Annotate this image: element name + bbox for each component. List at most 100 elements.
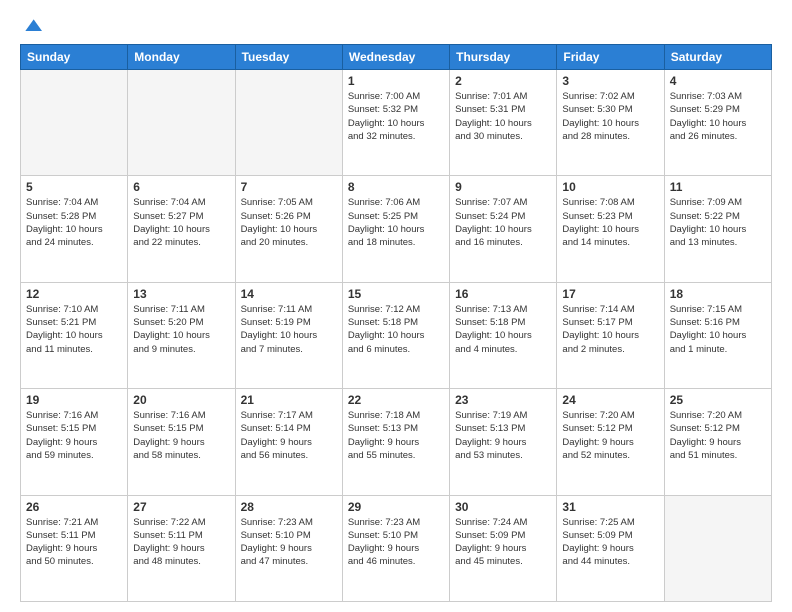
day-info: Sunrise: 7:16 AM Sunset: 5:15 PM Dayligh… xyxy=(26,409,122,462)
day-info: Sunrise: 7:14 AM Sunset: 5:17 PM Dayligh… xyxy=(562,303,658,356)
logo xyxy=(20,16,42,36)
day-info: Sunrise: 7:15 AM Sunset: 5:16 PM Dayligh… xyxy=(670,303,766,356)
weekday-header-saturday: Saturday xyxy=(664,45,771,70)
day-number: 28 xyxy=(241,500,337,514)
calendar-cell: 8 Sunrise: 7:06 AM Sunset: 5:25 PM Daylig… xyxy=(342,176,449,282)
calendar-cell: 25 Sunrise: 7:20 AM Sunset: 5:12 PM Dayli… xyxy=(664,389,771,495)
day-number: 17 xyxy=(562,287,658,301)
day-info: Sunrise: 7:04 AM Sunset: 5:28 PM Dayligh… xyxy=(26,196,122,249)
day-number: 27 xyxy=(133,500,229,514)
day-info: Sunrise: 7:23 AM Sunset: 5:10 PM Dayligh… xyxy=(241,516,337,569)
calendar-cell: 29Sunrise: 7:23 AM Sunset: 5:10 PM Dayli… xyxy=(342,495,449,601)
day-number: 5 xyxy=(26,180,122,194)
calendar-cell: 21 Sunrise: 7:17 AM Sunset: 5:14 PM Dayli… xyxy=(235,389,342,495)
calendar-cell: 30 Sunrise: 7:24 AM Sunset: 5:09 PM Dayli… xyxy=(450,495,557,601)
calendar-week-1: 5 Sunrise: 7:04 AM Sunset: 5:28 PM Daylig… xyxy=(21,176,772,282)
day-number: 4 xyxy=(670,74,766,88)
day-number: 20 xyxy=(133,393,229,407)
day-number: 31 xyxy=(562,500,658,514)
weekday-row: SundayMondayTuesdayWednesdayThursdayFrid… xyxy=(21,45,772,70)
day-info: Sunrise: 7:05 AM Sunset: 5:26 PM Dayligh… xyxy=(241,196,337,249)
calendar-header: SundayMondayTuesdayWednesdayThursdayFrid… xyxy=(21,45,772,70)
day-info: Sunrise: 7:12 AM Sunset: 5:18 PM Dayligh… xyxy=(348,303,444,356)
day-number: 19 xyxy=(26,393,122,407)
calendar-week-0: 1 Sunrise: 7:00 AM Sunset: 5:32 PM Daylig… xyxy=(21,70,772,176)
calendar-cell xyxy=(235,70,342,176)
calendar-cell: 12 Sunrise: 7:10 AM Sunset: 5:21 PM Dayli… xyxy=(21,282,128,388)
day-info: Sunrise: 7:01 AM Sunset: 5:31 PM Dayligh… xyxy=(455,90,551,143)
day-number: 7 xyxy=(241,180,337,194)
day-info: Sunrise: 7:25 AM Sunset: 5:09 PM Dayligh… xyxy=(562,516,658,569)
calendar-cell: 17 Sunrise: 7:14 AM Sunset: 5:17 PM Dayli… xyxy=(557,282,664,388)
calendar-week-2: 12 Sunrise: 7:10 AM Sunset: 5:21 PM Dayli… xyxy=(21,282,772,388)
calendar-cell: 2Sunrise: 7:01 AM Sunset: 5:31 PM Daylig… xyxy=(450,70,557,176)
day-number: 14 xyxy=(241,287,337,301)
day-number: 26 xyxy=(26,500,122,514)
day-info: Sunrise: 7:06 AM Sunset: 5:25 PM Dayligh… xyxy=(348,196,444,249)
day-info: Sunrise: 7:21 AM Sunset: 5:11 PM Dayligh… xyxy=(26,516,122,569)
calendar-cell: 13Sunrise: 7:11 AM Sunset: 5:20 PM Dayli… xyxy=(128,282,235,388)
day-info: Sunrise: 7:09 AM Sunset: 5:22 PM Dayligh… xyxy=(670,196,766,249)
weekday-header-friday: Friday xyxy=(557,45,664,70)
calendar-cell: 7 Sunrise: 7:05 AM Sunset: 5:26 PM Daylig… xyxy=(235,176,342,282)
day-number: 3 xyxy=(562,74,658,88)
calendar-cell: 19 Sunrise: 7:16 AM Sunset: 5:15 PM Dayli… xyxy=(21,389,128,495)
day-info: Sunrise: 7:16 AM Sunset: 5:15 PM Dayligh… xyxy=(133,409,229,462)
day-info: Sunrise: 7:08 AM Sunset: 5:23 PM Dayligh… xyxy=(562,196,658,249)
header xyxy=(20,16,772,36)
calendar-cell: 11 Sunrise: 7:09 AM Sunset: 5:22 PM Dayli… xyxy=(664,176,771,282)
day-number: 25 xyxy=(670,393,766,407)
day-info: Sunrise: 7:11 AM Sunset: 5:19 PM Dayligh… xyxy=(241,303,337,356)
day-info: Sunrise: 7:22 AM Sunset: 5:11 PM Dayligh… xyxy=(133,516,229,569)
day-info: Sunrise: 7:02 AM Sunset: 5:30 PM Dayligh… xyxy=(562,90,658,143)
day-info: Sunrise: 7:04 AM Sunset: 5:27 PM Dayligh… xyxy=(133,196,229,249)
day-number: 1 xyxy=(348,74,444,88)
day-number: 24 xyxy=(562,393,658,407)
calendar-cell: 22 Sunrise: 7:18 AM Sunset: 5:13 PM Dayli… xyxy=(342,389,449,495)
day-info: Sunrise: 7:20 AM Sunset: 5:12 PM Dayligh… xyxy=(670,409,766,462)
calendar: SundayMondayTuesdayWednesdayThursdayFrid… xyxy=(20,44,772,602)
day-info: Sunrise: 7:00 AM Sunset: 5:32 PM Dayligh… xyxy=(348,90,444,143)
day-info: Sunrise: 7:10 AM Sunset: 5:21 PM Dayligh… xyxy=(26,303,122,356)
day-info: Sunrise: 7:18 AM Sunset: 5:13 PM Dayligh… xyxy=(348,409,444,462)
day-number: 9 xyxy=(455,180,551,194)
day-number: 11 xyxy=(670,180,766,194)
weekday-header-sunday: Sunday xyxy=(21,45,128,70)
day-number: 10 xyxy=(562,180,658,194)
day-number: 16 xyxy=(455,287,551,301)
day-number: 23 xyxy=(455,393,551,407)
calendar-cell: 6Sunrise: 7:04 AM Sunset: 5:27 PM Daylig… xyxy=(128,176,235,282)
day-info: Sunrise: 7:03 AM Sunset: 5:29 PM Dayligh… xyxy=(670,90,766,143)
day-number: 12 xyxy=(26,287,122,301)
day-number: 8 xyxy=(348,180,444,194)
day-info: Sunrise: 7:07 AM Sunset: 5:24 PM Dayligh… xyxy=(455,196,551,249)
day-info: Sunrise: 7:17 AM Sunset: 5:14 PM Dayligh… xyxy=(241,409,337,462)
weekday-header-monday: Monday xyxy=(128,45,235,70)
day-number: 22 xyxy=(348,393,444,407)
calendar-cell: 28 Sunrise: 7:23 AM Sunset: 5:10 PM Dayli… xyxy=(235,495,342,601)
day-info: Sunrise: 7:24 AM Sunset: 5:09 PM Dayligh… xyxy=(455,516,551,569)
day-info: Sunrise: 7:13 AM Sunset: 5:18 PM Dayligh… xyxy=(455,303,551,356)
day-number: 13 xyxy=(133,287,229,301)
calendar-cell: 23 Sunrise: 7:19 AM Sunset: 5:13 PM Dayli… xyxy=(450,389,557,495)
logo-text xyxy=(20,16,42,36)
day-info: Sunrise: 7:19 AM Sunset: 5:13 PM Dayligh… xyxy=(455,409,551,462)
calendar-body: 1 Sunrise: 7:00 AM Sunset: 5:32 PM Daylig… xyxy=(21,70,772,602)
calendar-cell xyxy=(128,70,235,176)
calendar-cell: 1 Sunrise: 7:00 AM Sunset: 5:32 PM Daylig… xyxy=(342,70,449,176)
day-number: 21 xyxy=(241,393,337,407)
day-number: 30 xyxy=(455,500,551,514)
calendar-week-4: 26 Sunrise: 7:21 AM Sunset: 5:11 PM Dayli… xyxy=(21,495,772,601)
calendar-cell: 3 Sunrise: 7:02 AM Sunset: 5:30 PM Daylig… xyxy=(557,70,664,176)
calendar-cell: 14 Sunrise: 7:11 AM Sunset: 5:19 PM Dayli… xyxy=(235,282,342,388)
day-number: 29 xyxy=(348,500,444,514)
logo-icon xyxy=(22,16,42,36)
calendar-cell: 27 Sunrise: 7:22 AM Sunset: 5:11 PM Dayli… xyxy=(128,495,235,601)
calendar-cell xyxy=(21,70,128,176)
calendar-cell: 5 Sunrise: 7:04 AM Sunset: 5:28 PM Daylig… xyxy=(21,176,128,282)
calendar-cell: 31 Sunrise: 7:25 AM Sunset: 5:09 PM Dayli… xyxy=(557,495,664,601)
weekday-header-thursday: Thursday xyxy=(450,45,557,70)
weekday-header-wednesday: Wednesday xyxy=(342,45,449,70)
calendar-cell xyxy=(664,495,771,601)
page: SundayMondayTuesdayWednesdayThursdayFrid… xyxy=(0,0,792,612)
